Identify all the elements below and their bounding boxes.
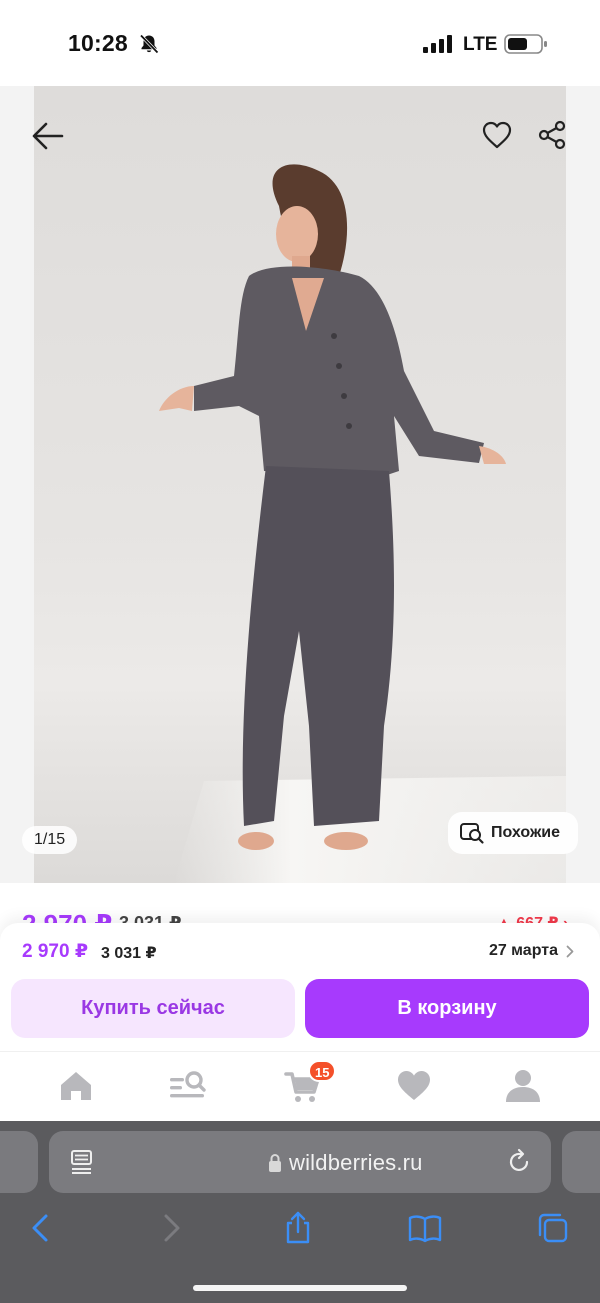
- status-bar: 10:28 LTE: [0, 0, 600, 86]
- back-icon[interactable]: [24, 1211, 58, 1245]
- product-gallery[interactable]: 1/15 Похожие: [0, 86, 600, 883]
- reader-icon[interactable]: [69, 1148, 95, 1176]
- battery-icon: [504, 34, 547, 54]
- heart-icon[interactable]: [481, 120, 513, 150]
- tab-catalog[interactable]: [168, 1066, 208, 1106]
- app-tab-bar: 15: [0, 1051, 600, 1121]
- sheet-price-old: 3 031 ₽: [101, 945, 157, 962]
- similar-label: Похожие: [491, 824, 561, 841]
- image-search-icon: [460, 823, 484, 844]
- cart-badge: 15: [308, 1060, 337, 1082]
- share-icon[interactable]: [536, 119, 568, 151]
- address-bar[interactable]: wildberries.ru: [49, 1131, 551, 1193]
- delivery-date-link[interactable]: 27 марта: [489, 942, 574, 960]
- signal-icon: [423, 35, 452, 53]
- bell-slash-icon: [139, 34, 159, 54]
- chevron-right-icon: [566, 945, 574, 957]
- status-time: 10:28: [68, 30, 128, 56]
- gallery-counter: 1/15: [22, 826, 78, 854]
- reload-icon[interactable]: [507, 1148, 533, 1176]
- lock-icon: [269, 1154, 281, 1172]
- buy-now-button[interactable]: Купить сейчас: [11, 979, 295, 1038]
- prev-tab-peek[interactable]: [0, 1131, 38, 1193]
- tabs-icon[interactable]: [536, 1211, 570, 1245]
- network-type: LTE: [463, 34, 498, 55]
- gallery-margin-right: [566, 86, 600, 883]
- next-tab-peek[interactable]: [562, 1131, 600, 1193]
- browser-toolbar: wildberries.ru: [0, 1121, 600, 1303]
- home-indicator: [193, 1285, 407, 1291]
- profile-icon: [506, 1070, 540, 1102]
- tab-home[interactable]: [56, 1066, 96, 1106]
- sheet-price-current: 2 970 ₽: [22, 941, 89, 962]
- catalog-search-icon: [170, 1071, 206, 1098]
- add-to-cart-button[interactable]: В корзину: [305, 979, 589, 1038]
- gallery-margin-left: [0, 86, 34, 883]
- share-icon[interactable]: [281, 1211, 315, 1245]
- purchase-sheet: 2 970 ₽ 3 031 ₽ 27 марта Купить сейчас В…: [0, 923, 600, 1051]
- model-illustration: [159, 164, 566, 883]
- home-icon: [61, 1072, 91, 1100]
- tab-favorites[interactable]: [394, 1066, 434, 1106]
- product-photo[interactable]: [34, 86, 566, 883]
- url-text: wildberries.ru: [289, 1150, 423, 1175]
- delivery-date: 27 марта: [488, 942, 558, 959]
- similar-button[interactable]: Похожие: [448, 812, 578, 854]
- back-arrow-icon[interactable]: [28, 118, 68, 154]
- bookmarks-icon[interactable]: [408, 1211, 442, 1245]
- forward-icon[interactable]: [154, 1211, 188, 1245]
- tab-profile[interactable]: [503, 1066, 543, 1106]
- favorites-icon: [398, 1071, 430, 1100]
